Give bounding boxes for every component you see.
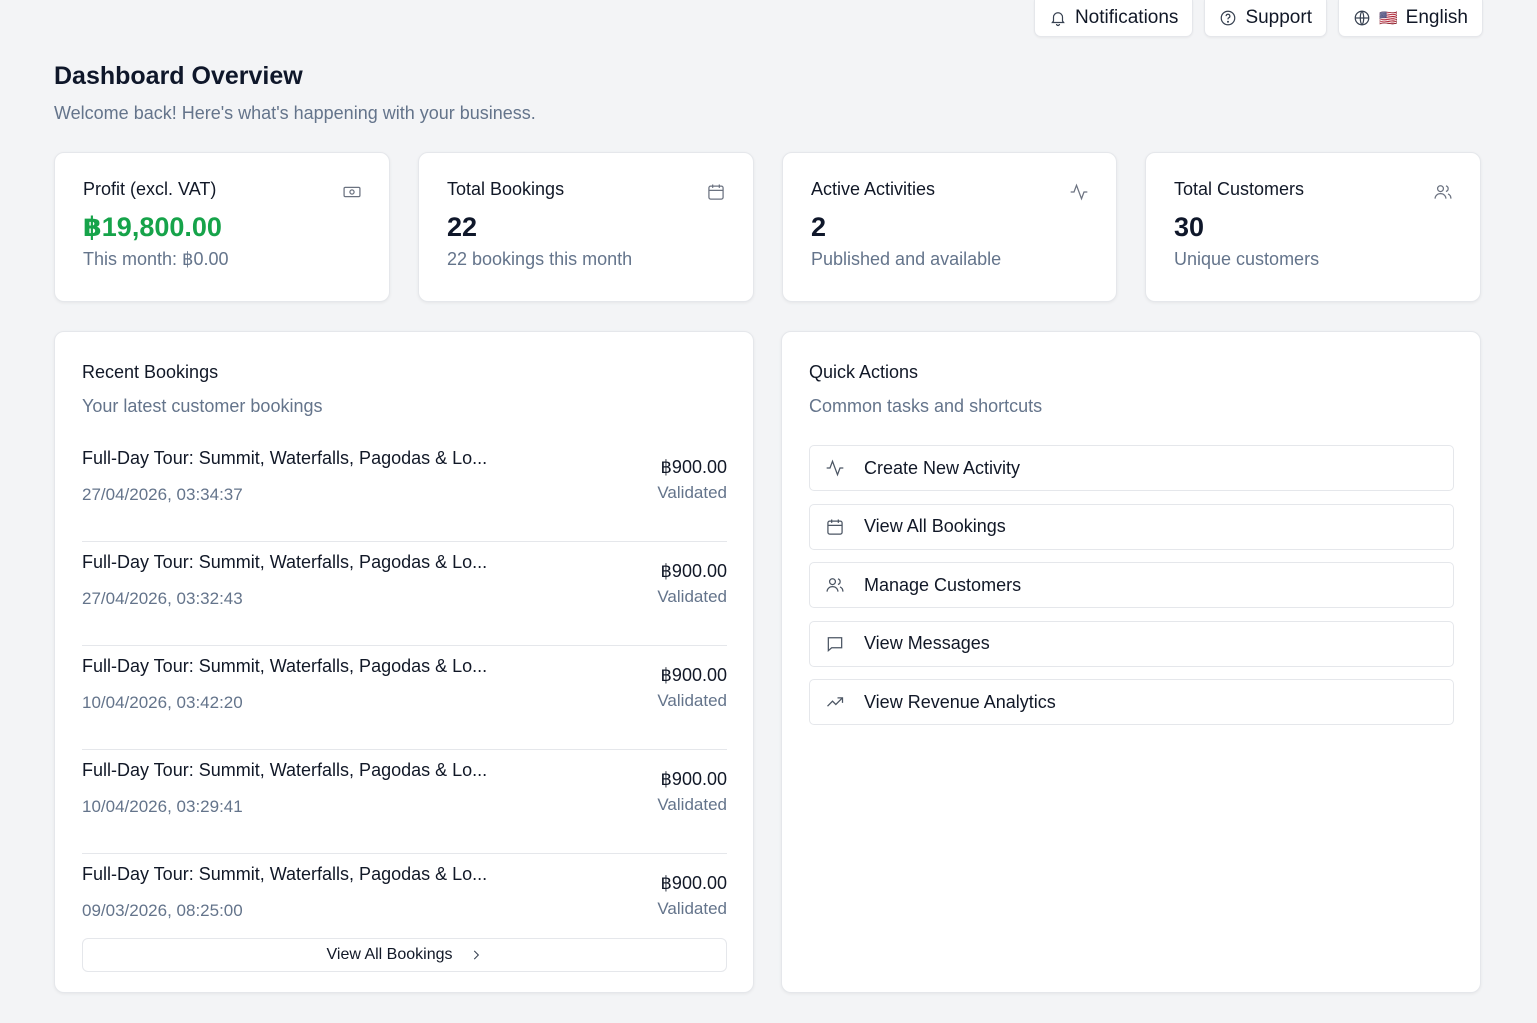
booking-amount: ฿900.00 xyxy=(660,561,727,581)
stat-value: ฿19,800.00 xyxy=(83,212,222,242)
booking-status: Validated xyxy=(657,483,727,502)
view-messages-button[interactable]: View Messages xyxy=(809,620,1454,667)
stat-card-profit: Profit (excl. VAT) ฿19,800.00 This month… xyxy=(54,152,390,302)
stat-card-bookings: Total Bookings 22 22 bookings this month xyxy=(418,152,754,302)
booking-date: 09/03/2026, 08:25:00 xyxy=(82,901,243,920)
booking-status: Validated xyxy=(657,899,727,918)
booking-row[interactable]: Full-Day Tour: Summit, Waterfalls, Pagod… xyxy=(82,646,727,750)
action-label: View All Bookings xyxy=(864,516,1006,536)
booking-date: 27/04/2026, 03:34:37 xyxy=(82,485,243,504)
activity-icon xyxy=(826,459,844,477)
page-title: Dashboard Overview xyxy=(54,62,303,90)
panel-title: Recent Bookings xyxy=(82,362,219,382)
booking-amount: ฿900.00 xyxy=(660,457,727,477)
us-flag-icon: 🇺🇸 xyxy=(1378,10,1398,27)
booking-row[interactable]: Full-Day Tour: Summit, Waterfalls, Pagod… xyxy=(82,750,727,854)
action-label: View Messages xyxy=(864,633,990,653)
action-label: Manage Customers xyxy=(864,574,1022,595)
stat-label: Profit (excl. VAT) xyxy=(83,179,217,199)
booking-title: Full-Day Tour: Summit, Waterfalls, Pagod… xyxy=(82,864,488,884)
calendar-icon xyxy=(706,182,726,202)
booking-list: Full-Day Tour: Summit, Waterfalls, Pagod… xyxy=(82,438,727,958)
stat-value: 2 xyxy=(811,212,827,242)
booking-date: 27/04/2026, 03:32:43 xyxy=(82,589,243,608)
stat-note: 22 bookings this month xyxy=(447,249,633,269)
view-all-label: View All Bookings xyxy=(326,946,453,963)
booking-amount: ฿900.00 xyxy=(660,769,727,789)
view-all-bookings-button[interactable]: View All Bookings xyxy=(82,938,727,972)
chevron-right-icon xyxy=(473,950,479,960)
booking-amount: ฿900.00 xyxy=(660,665,727,685)
recent-bookings-panel: Recent Bookings Your latest customer boo… xyxy=(54,331,754,993)
action-label: Create New Activity xyxy=(864,457,1021,478)
notifications-button[interactable]: Notifications xyxy=(1033,0,1194,37)
language-label: English xyxy=(1405,7,1468,28)
booking-title: Full-Day Tour: Summit, Waterfalls, Pagod… xyxy=(82,552,488,572)
view-revenue-analytics-button[interactable]: View Revenue Analytics xyxy=(809,679,1454,725)
stat-note: This month: ฿0.00 xyxy=(83,249,229,269)
booking-status: Validated xyxy=(657,587,727,606)
manage-customers-button[interactable]: Manage Customers xyxy=(809,562,1454,608)
stat-label: Active Activities xyxy=(811,179,936,199)
panel-subtitle: Your latest customer bookings xyxy=(82,396,323,416)
stat-note: Unique customers xyxy=(1174,249,1320,269)
users-icon xyxy=(826,578,844,592)
stat-card-activities: Active Activities 2 Published and availa… xyxy=(782,152,1117,302)
stat-card-customers: Total Customers 30 Unique customers xyxy=(1145,152,1481,302)
help-circle-icon xyxy=(1221,10,1236,26)
booking-status: Validated xyxy=(657,795,727,814)
panel-title: Quick Actions xyxy=(809,362,919,382)
message-icon xyxy=(827,636,843,652)
quick-actions-list: Create New Activity View All Bookings Ma… xyxy=(809,445,1454,738)
activity-icon xyxy=(1069,182,1089,202)
booking-status: Validated xyxy=(657,691,727,710)
page-subtitle: Welcome back! Here's what's happening wi… xyxy=(54,103,536,123)
booking-date: 10/04/2026, 03:29:41 xyxy=(82,797,243,816)
quick-actions-panel: Quick Actions Common tasks and shortcuts… xyxy=(781,331,1481,993)
booking-title: Full-Day Tour: Summit, Waterfalls, Pagod… xyxy=(82,760,488,780)
stat-value: 22 xyxy=(447,212,478,242)
banknote-icon xyxy=(342,182,362,202)
bell-icon xyxy=(1051,12,1065,27)
stat-note: Published and available xyxy=(811,249,1002,269)
panel-subtitle: Common tasks and shortcuts xyxy=(809,396,1043,416)
action-label: View Revenue Analytics xyxy=(864,691,1056,712)
stats-row: Profit (excl. VAT) ฿19,800.00 This month… xyxy=(54,152,1481,302)
support-button[interactable]: Support xyxy=(1204,0,1327,37)
stat-label: Total Bookings xyxy=(447,179,565,199)
stat-value: 30 xyxy=(1174,212,1205,242)
stat-label: Total Customers xyxy=(1174,179,1305,199)
language-selector[interactable]: 🇺🇸 English xyxy=(1337,0,1483,37)
trending-up-icon xyxy=(827,697,844,707)
support-label: Support xyxy=(1245,7,1312,28)
booking-title: Full-Day Tour: Summit, Waterfalls, Pagod… xyxy=(82,656,488,676)
create-new-activity-button[interactable]: Create New Activity xyxy=(809,445,1454,491)
top-bar: Notifications Support 🇺🇸 English xyxy=(1033,0,1483,37)
booking-row[interactable]: Full-Day Tour: Summit, Waterfalls, Pagod… xyxy=(82,542,727,646)
view-all-bookings-action-button[interactable]: View All Bookings xyxy=(809,503,1454,550)
booking-row[interactable]: Full-Day Tour: Summit, Waterfalls, Pagod… xyxy=(82,438,727,542)
calendar-icon xyxy=(827,519,843,535)
notifications-label: Notifications xyxy=(1074,7,1179,28)
booking-date: 10/04/2026, 03:42:20 xyxy=(82,693,243,712)
booking-amount: ฿900.00 xyxy=(660,873,727,893)
users-icon xyxy=(1433,182,1453,202)
globe-icon xyxy=(1354,10,1370,26)
booking-title: Full-Day Tour: Summit, Waterfalls, Pagod… xyxy=(82,448,488,468)
